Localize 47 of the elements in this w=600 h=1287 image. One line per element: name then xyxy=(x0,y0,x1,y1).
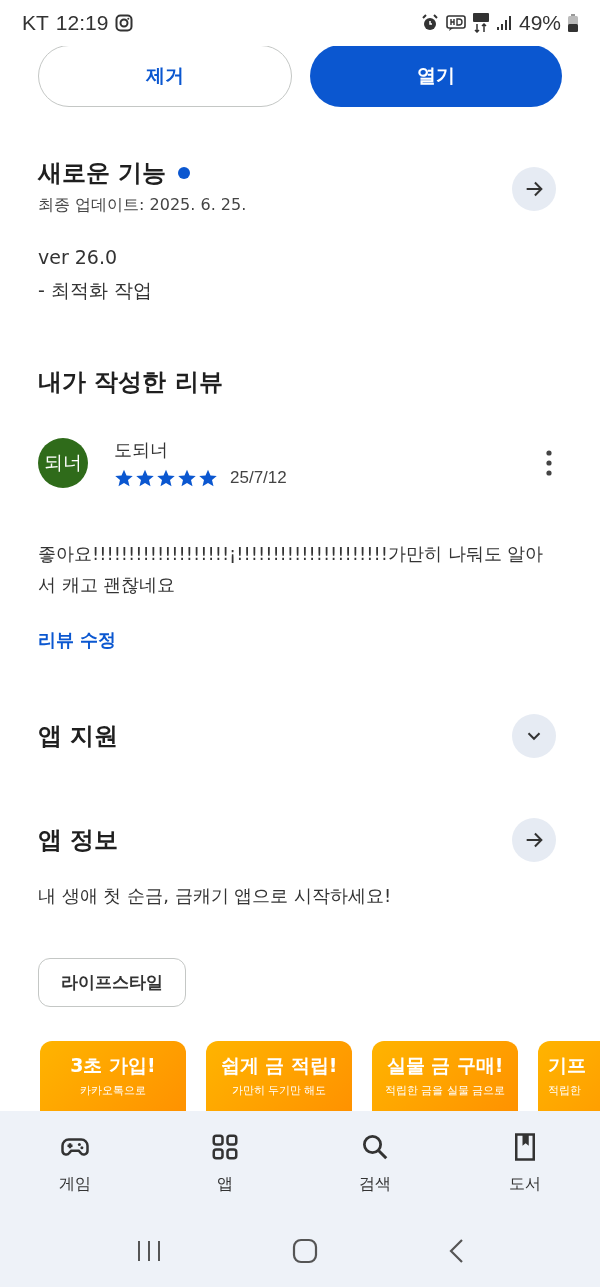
carrier-name: KT xyxy=(22,11,49,35)
section-title: 내가 작성한 리뷰 xyxy=(38,367,224,398)
section-title: 앱 지원 xyxy=(38,721,119,752)
more-button[interactable] xyxy=(512,818,556,862)
network-5g-icon xyxy=(472,13,489,33)
review-text: 좋아요!!!!!!!!!!!!!!!!!!!¡!!!!!!!!!!!!!!!!!!!!!가만히 나둬도 알아서 캐고 괜찮네요 xyxy=(38,542,545,597)
star-icon xyxy=(177,468,197,488)
release-note: ver 26.0 xyxy=(38,246,119,268)
section-title: 앱 정보 xyxy=(38,825,119,856)
open-button[interactable]: 열기 xyxy=(310,46,562,107)
star-icon xyxy=(135,468,155,488)
back-icon xyxy=(447,1238,466,1264)
alarm-icon xyxy=(420,14,439,32)
home-icon xyxy=(292,1238,318,1264)
hd-icon xyxy=(445,14,466,32)
uninstall-button[interactable]: 제거 xyxy=(38,46,292,107)
star-icon xyxy=(114,468,134,488)
reviewer-name: 도되너 xyxy=(114,438,169,462)
battery-icon xyxy=(568,14,578,32)
app-description: 내 생애 첫 순금, 금캐기 앱으로 시작하세요! xyxy=(37,884,393,908)
screenshot-headline: 쉽게 금 적립! xyxy=(220,1053,338,1078)
camera-icon xyxy=(115,14,134,32)
category-chip[interactable]: 라이프스타일 xyxy=(38,958,186,1007)
clock-time: 12:19 xyxy=(55,11,109,35)
screenshot-caption: 가만히 두기만 해도 xyxy=(231,1083,327,1098)
star-icon xyxy=(198,468,218,488)
update-date: 최종 업데이트: 2025. 6. 25. xyxy=(38,195,247,216)
screenshot-caption: 카카오톡으로 xyxy=(80,1083,146,1098)
signal-icon xyxy=(495,15,512,31)
nav-tab[interactable]: 도서 xyxy=(470,1125,580,1201)
release-note: - 최적화 작업 xyxy=(38,278,153,303)
screenshot-caption: 적립한 xyxy=(548,1083,581,1098)
battery-percent: 49% xyxy=(518,11,561,35)
section-title: 새로운 기능 xyxy=(38,158,167,189)
more-vertical-icon xyxy=(546,450,552,476)
screenshot-headline: 기프 xyxy=(548,1053,586,1078)
review-date: 25/7/12 xyxy=(230,468,287,488)
nav-tab[interactable]: 검색 xyxy=(320,1125,430,1201)
star-icon xyxy=(156,468,176,488)
screenshot-headline: 실물 금 구매! xyxy=(386,1053,504,1078)
user-avatar: 되너 xyxy=(38,438,88,488)
screenshot-headline: 3초 가입! xyxy=(70,1053,156,1078)
more-button[interactable] xyxy=(512,167,556,211)
nav-tab[interactable]: 게임 xyxy=(20,1125,130,1201)
screenshot-caption: 적립한 금을 실물 금으로 xyxy=(384,1083,506,1098)
edit-review-link[interactable]: 리뷰 수정 xyxy=(38,628,117,652)
nav-tab[interactable]: 앱 xyxy=(170,1125,280,1201)
